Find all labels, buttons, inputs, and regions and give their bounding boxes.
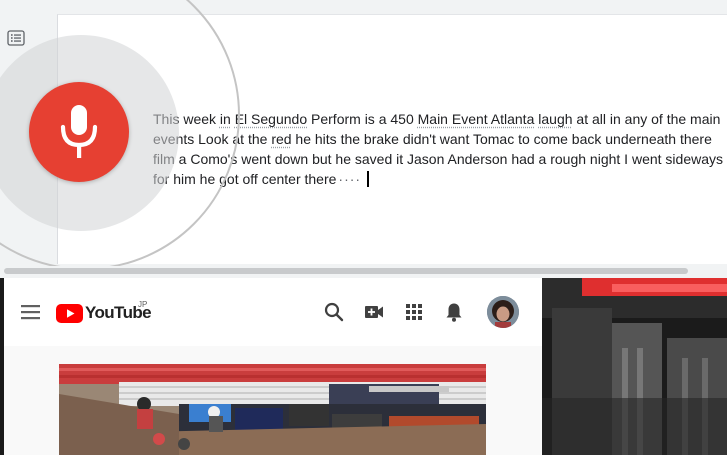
transcript-line: for him he got off center there ···· (153, 169, 727, 189)
supercross-video-frame (59, 364, 486, 455)
region-code: JP (138, 300, 148, 309)
transcript-word-underlined: El Segundo (234, 111, 308, 127)
transcript-text: he hits the brake didn't want Tomac to c… (291, 131, 712, 147)
transcript-word-underlined: Main Event Atlanta (417, 111, 535, 127)
bell-icon[interactable] (442, 300, 466, 324)
apps-grid-icon[interactable] (402, 300, 426, 324)
microphone-icon (60, 105, 98, 158)
transcript-text: Perform is a 450 (307, 111, 418, 127)
scrollbar-thumb[interactable] (4, 268, 688, 274)
hamburger-menu-icon[interactable] (20, 303, 42, 321)
avatar[interactable] (487, 296, 519, 328)
video-camera-plus-icon[interactable] (362, 300, 386, 324)
background-video-frame (542, 278, 727, 455)
youtube-header: YouTube JP (0, 278, 542, 346)
transcript-word-underlined: red (271, 131, 292, 147)
transcript-line: events Look at the red he hits the brake… (153, 129, 727, 149)
transcript-text: film a Como's went down but he saved it … (153, 151, 724, 167)
interim-speech-indicator: ···· (338, 171, 362, 187)
docs-editor-area: This week in El Segundo Perform is a 450… (0, 0, 727, 278)
horizontal-scrollbar[interactable] (0, 266, 727, 278)
screen: This week in El Segundo Perform is a 450… (0, 0, 727, 455)
transcript-line: film a Como's went down but he saved it … (153, 149, 727, 169)
youtube-window: YouTube JP (0, 278, 542, 455)
avatar-image (487, 296, 519, 328)
text-cursor (367, 171, 369, 187)
transcript-text: at all in any of the main (572, 111, 721, 127)
video-thumbnail[interactable] (59, 364, 486, 455)
window-edge (0, 278, 4, 455)
youtube-play-logo-icon (56, 303, 83, 323)
search-icon[interactable] (322, 300, 346, 324)
youtube-logo[interactable]: YouTube (56, 302, 152, 324)
voice-typing-mic-button[interactable] (29, 82, 129, 182)
background-video-image (542, 278, 727, 455)
transcript-word-underlined: laugh (538, 111, 573, 127)
